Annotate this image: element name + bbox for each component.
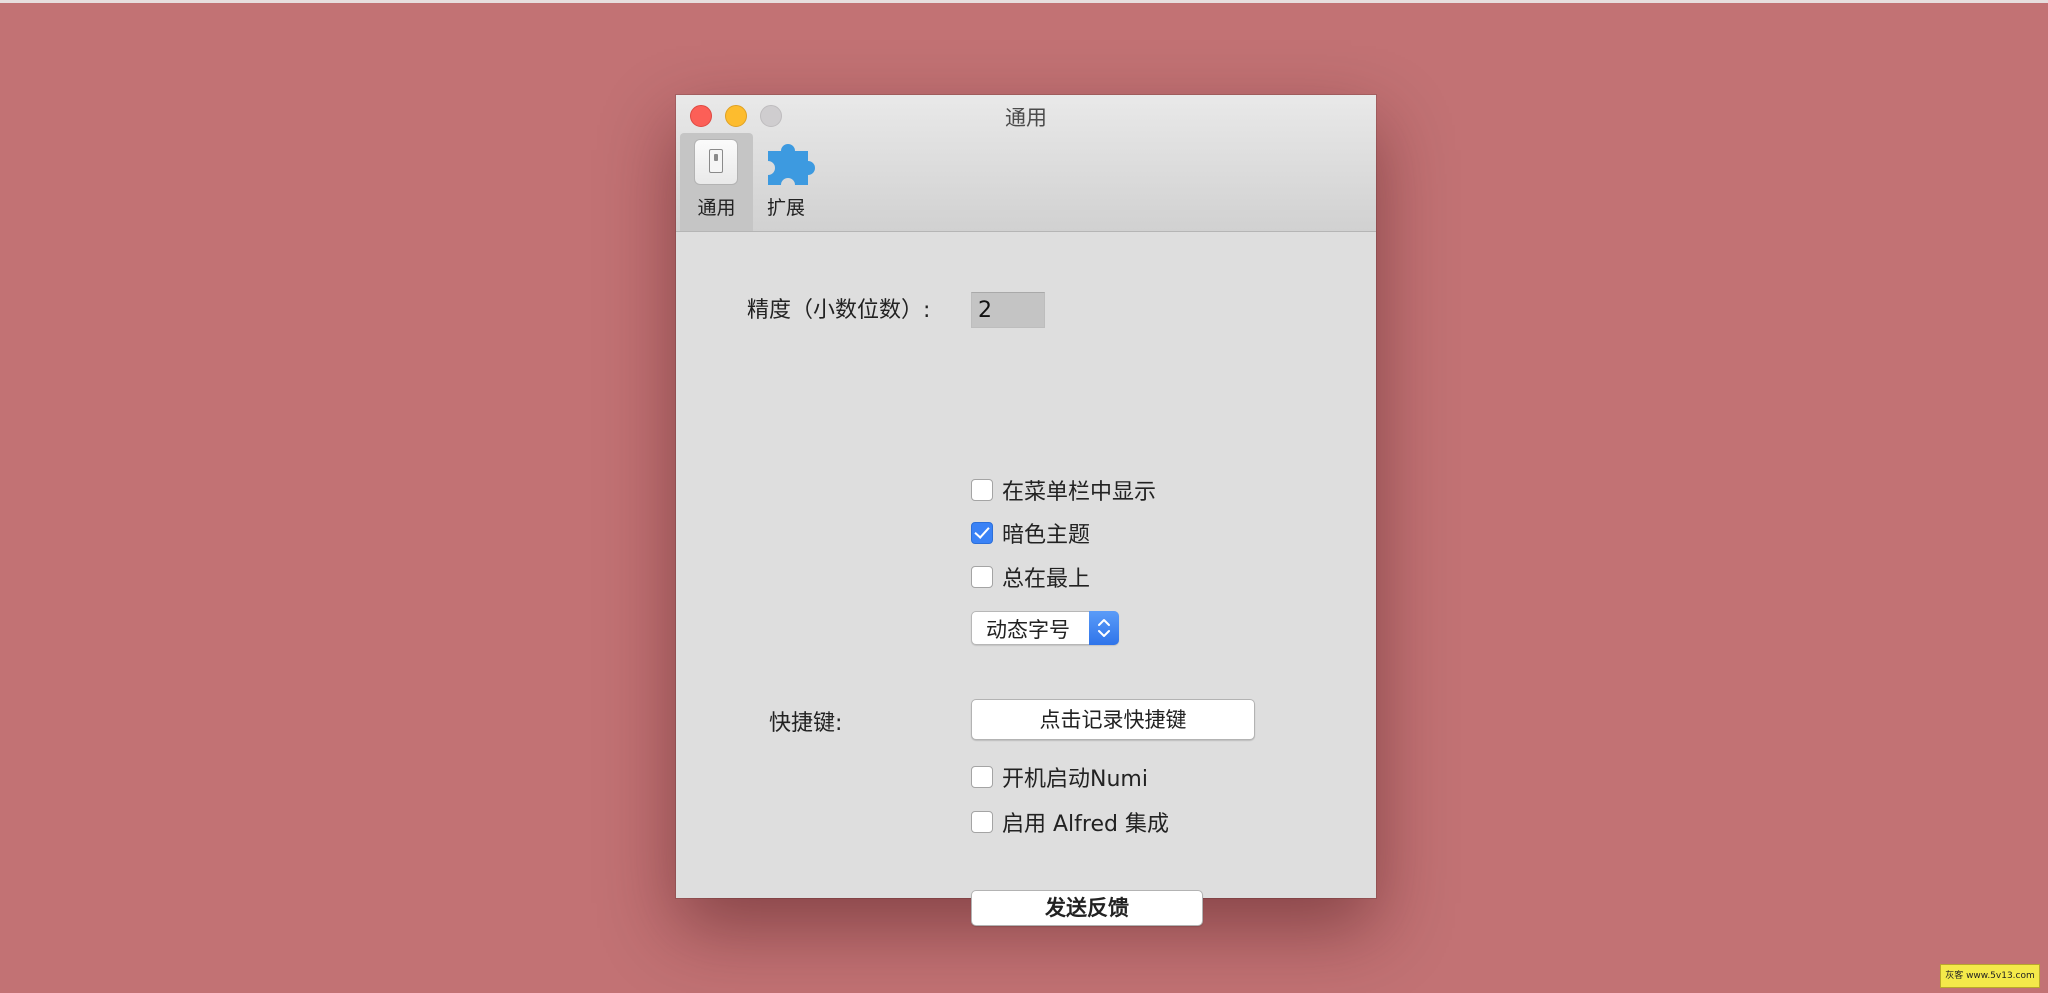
show-in-menubar-checkbox[interactable] <box>971 479 993 501</box>
font-size-select[interactable]: 动态字号 <box>971 611 1119 645</box>
show-in-menubar-label: 在菜单栏中显示 <box>1002 480 1157 505</box>
precision-input[interactable] <box>971 292 1045 328</box>
title-toolbar: 通用 通用 扩展 <box>676 95 1376 232</box>
record-shortcut-button[interactable]: 点击记录快捷键 <box>971 699 1255 740</box>
alfred-integration-label: 启用 Alfred 集成 <box>1002 812 1169 837</box>
toolbar-item-label: 扩展 <box>766 197 805 219</box>
switch-icon <box>694 139 738 185</box>
dark-theme-label: 暗色主题 <box>1002 523 1091 548</box>
dark-theme-checkbox[interactable] <box>971 522 993 544</box>
font-size-select-value: 动态字号 <box>986 618 1070 642</box>
always-on-top-checkbox[interactable] <box>971 566 993 588</box>
alfred-integration-checkbox[interactable] <box>971 811 993 833</box>
window-title: 通用 <box>1005 106 1047 130</box>
always-on-top-label: 总在最上 <box>1002 567 1091 592</box>
updown-chevron-icon <box>1089 611 1119 645</box>
site-watermark: 灰客 www.5v13.com <box>1940 964 2040 988</box>
show-in-menubar-option[interactable]: 在菜单栏中显示 <box>971 475 1156 505</box>
send-feedback-button[interactable]: 发送反馈 <box>971 890 1203 926</box>
precision-label: 精度（小数位数）: <box>747 298 931 323</box>
preferences-window: 通用 通用 扩展 精度（小数位数）: 在菜单栏中显示 暗色主题 <box>676 95 1376 926</box>
screen-top-border <box>0 0 2048 3</box>
launch-at-login-checkbox[interactable] <box>971 766 993 788</box>
launch-at-login-label: 开机启动Numi <box>1002 767 1148 792</box>
toolbar-item-label: 通用 <box>697 197 736 219</box>
dark-theme-option[interactable]: 暗色主题 <box>971 518 1090 548</box>
alfred-integration-option[interactable]: 启用 Alfred 集成 <box>971 807 1169 837</box>
launch-at-login-option[interactable]: 开机启动Numi <box>971 762 1148 792</box>
always-on-top-option[interactable]: 总在最上 <box>971 562 1090 592</box>
toolbar-item-extensions[interactable]: 扩展 <box>758 133 815 231</box>
toolbar-item-general[interactable]: 通用 <box>680 133 753 231</box>
puzzle-icon <box>768 143 815 185</box>
shortcut-label: 快捷键: <box>769 711 843 736</box>
general-settings-panel: 精度（小数位数）: 在菜单栏中显示 暗色主题 总在最上 动态字号 快捷键: 点击… <box>676 232 1376 926</box>
